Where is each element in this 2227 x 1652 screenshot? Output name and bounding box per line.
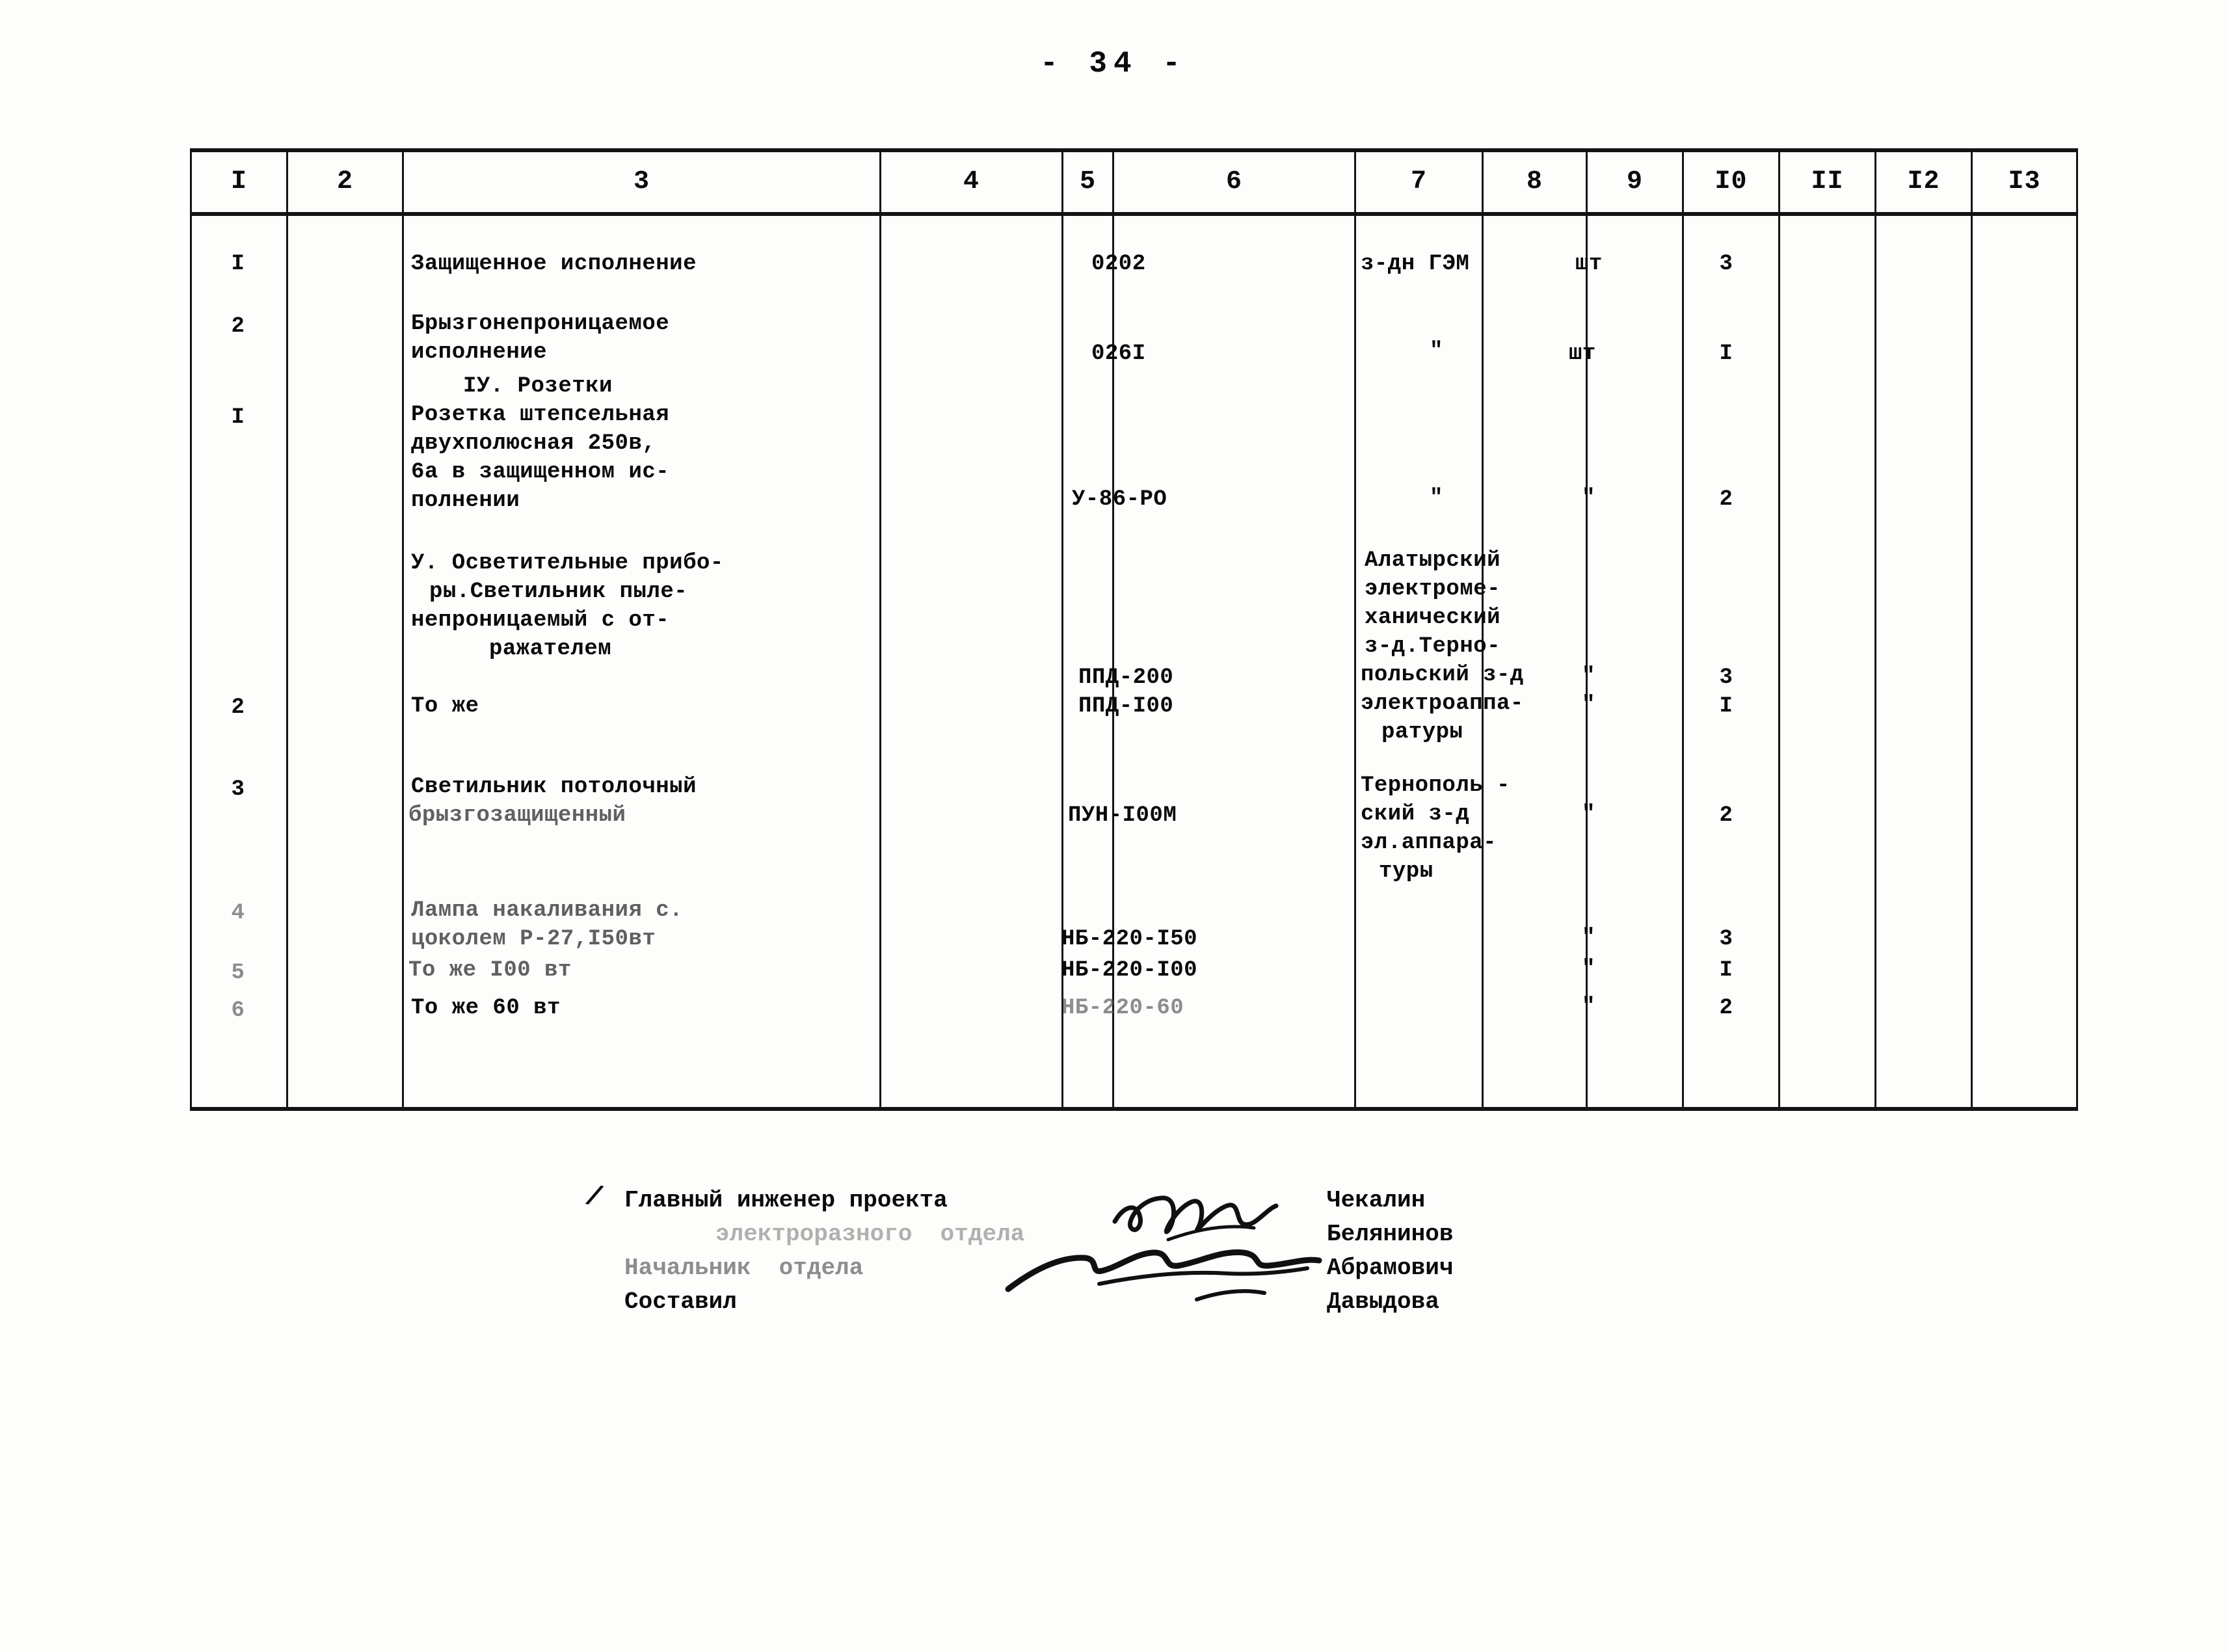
- signature-label-head-of-dept: Начальник отдела: [624, 1255, 864, 1281]
- signature-name-compiled-by: Давыдова: [1327, 1288, 1439, 1315]
- signature-name-head-of-dept: Абрамович: [1327, 1255, 1454, 1281]
- signature-label-chief-engineer: Главный инженер проекта: [624, 1187, 948, 1214]
- signature-label-dept: электроразного отдела: [715, 1221, 1025, 1247]
- signature-block: / Главный инженер проекта Чекалин электр…: [582, 1180, 2146, 1319]
- specification-table-wrapper: I 2 3 4 5 6 7 8 9 I0 II I2 I3: [190, 148, 2078, 1111]
- signature-row-head-of-dept: Начальник отдела Абрамович: [585, 1251, 2146, 1285]
- body-cell-col10: [1682, 214, 1780, 1111]
- body-cell-col3: [402, 214, 881, 1111]
- column-header-3: 3: [402, 148, 881, 216]
- signature-name-dept: Белянинов: [1327, 1221, 1454, 1247]
- column-header-7: 7: [1354, 148, 1484, 216]
- signature-row-compiled-by: Составил Давыдова: [585, 1285, 2146, 1319]
- body-cell-col8: [1482, 214, 1588, 1111]
- column-header-8: 8: [1482, 148, 1588, 216]
- column-header-9: 9: [1586, 148, 1684, 216]
- body-cell-col7: [1354, 214, 1484, 1111]
- column-header-10: I0: [1682, 148, 1780, 216]
- body-cell-col6: [1112, 214, 1356, 1111]
- page-number: - 34 -: [1040, 47, 1187, 81]
- signature-name-chief-engineer: Чекалин: [1327, 1187, 1426, 1214]
- column-header-5: 5: [1061, 148, 1114, 216]
- body-cell-col4: [879, 214, 1063, 1111]
- signature-row-dept: электроразного отдела Белянинов: [585, 1218, 2146, 1251]
- column-header-13: I3: [1971, 148, 2078, 216]
- body-cell-col5: [1061, 214, 1114, 1111]
- column-header-11: II: [1778, 148, 1876, 216]
- column-header-4: 4: [879, 148, 1063, 216]
- signature-label-compiled-by: Составил: [624, 1288, 737, 1315]
- body-cell-col1: [190, 214, 288, 1111]
- column-header-1: I: [190, 148, 288, 216]
- column-header-6: 6: [1112, 148, 1356, 216]
- signature-row-chief-engineer: Главный инженер проекта Чекалин: [585, 1184, 2146, 1218]
- column-header-12: I2: [1874, 148, 1973, 216]
- table-body-row: [190, 214, 2078, 1111]
- column-header-2: 2: [286, 148, 404, 216]
- body-cell-col11: [1778, 214, 1876, 1111]
- body-cell-col2: [286, 214, 404, 1111]
- body-cell-col13: [1971, 214, 2078, 1111]
- body-cell-col12: [1874, 214, 1973, 1111]
- specification-table: I 2 3 4 5 6 7 8 9 I0 II I2 I3: [190, 148, 2078, 1111]
- body-cell-col9: [1586, 214, 1684, 1111]
- table-header-row: I 2 3 4 5 6 7 8 9 I0 II I2 I3: [190, 148, 2078, 216]
